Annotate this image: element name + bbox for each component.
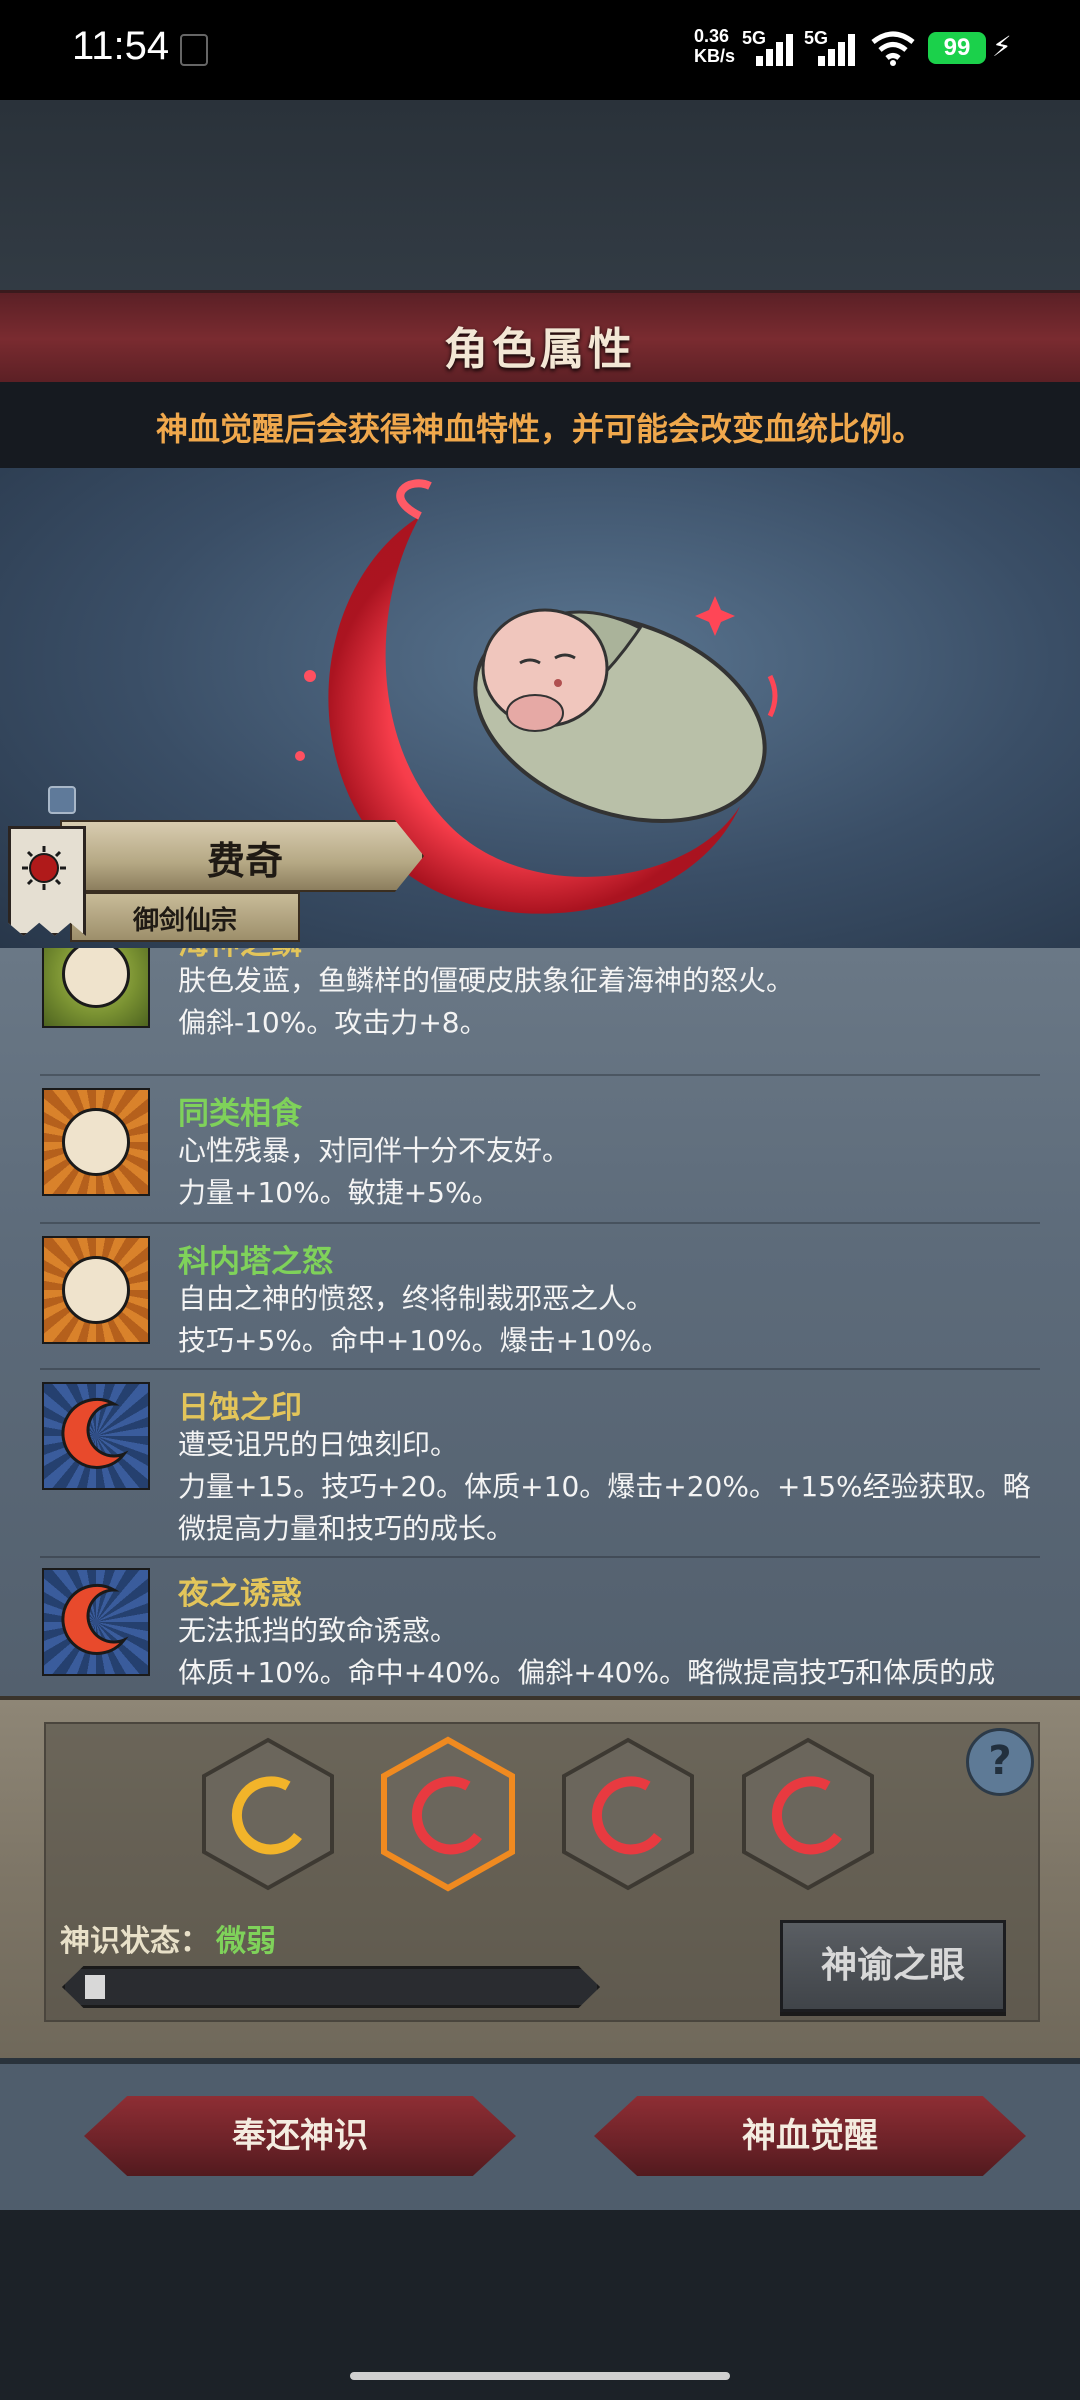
signal-bars-2-icon xyxy=(818,32,858,66)
trait-name: 同类相食 xyxy=(178,1096,302,1132)
divine-blood-awaken-button[interactable]: 神血觉醒 xyxy=(594,2096,1026,2176)
battery-indicator: 99 xyxy=(928,32,986,64)
trait-effect-text: 力量+10%。敏捷+5%。 xyxy=(178,1176,500,1209)
return-button-label: 奉还神识 xyxy=(232,2116,368,2156)
charging-icon: ⚡ xyxy=(992,30,1012,63)
trait-flavor-text: 遭受诅咒的日蚀刻印。 xyxy=(178,1428,459,1461)
sad-face-icon xyxy=(42,948,150,1028)
net-speed-value: 0.36 xyxy=(694,26,730,46)
help-button[interactable]: ? xyxy=(966,1728,1034,1796)
trait-flavor-text: 自由之神的愤怒，终将制裁邪恶之人。 xyxy=(178,1282,655,1315)
trait-effect-text: 偏斜-10%。攻击力+8。 xyxy=(178,1006,488,1039)
crescent-moon-icon xyxy=(42,1568,150,1676)
return-divine-sense-button[interactable]: 奉还神识 xyxy=(84,2096,516,2176)
divine-sense-progress-bar xyxy=(62,1966,600,2008)
trait-description: 遭受诅咒的日蚀刻印。 力量+15。技巧+20。体质+10。爆击+20%。+15%… xyxy=(178,1424,1048,1550)
trait-flavor-text: 心性残暴，对同伴十分不友好。 xyxy=(178,1134,571,1167)
trait-name: 科内塔之怒 xyxy=(178,1244,333,1280)
progress-fill xyxy=(85,1975,105,1999)
divider xyxy=(40,1368,1040,1370)
divine-sense-status-value: 微弱 xyxy=(216,1924,276,1959)
net-speed-unit: KB/s xyxy=(694,46,736,66)
top-background xyxy=(0,100,1080,290)
oracle-eye-button[interactable]: 神谕之眼 xyxy=(780,1920,1006,2012)
happy-face-icon xyxy=(42,1236,150,1344)
notification-icon xyxy=(180,34,208,66)
divider xyxy=(40,1222,1040,1224)
wifi-icon xyxy=(871,31,915,66)
character-sect: 御剑仙宗 xyxy=(132,906,237,936)
signal-bars-1-icon xyxy=(756,32,796,66)
divine-slot-red-1[interactable] xyxy=(558,1736,698,1892)
divine-slot-red-2[interactable] xyxy=(738,1736,878,1892)
home-crest-icon[interactable] xyxy=(48,786,76,814)
status-bar: 11:54 0.36 KB/s 5G 5G 99 ⚡ xyxy=(0,0,1080,100)
divine-sense-status-label: 神识状态： xyxy=(60,1924,210,1959)
trait-description: 无法抵挡的致命诱惑。 体质+10%。命中+40%。偏斜+40%。略微提高技巧和体… xyxy=(178,1610,1048,1696)
trait-list[interactable]: 海神之鳞 肤色发蓝，鱼鳞样的僵硬皮肤象征着海神的怒火。 偏斜-10%。攻击力+8… xyxy=(0,948,1080,1696)
home-indicator[interactable] xyxy=(350,2372,730,2380)
trait-description: 肤色发蓝，鱼鳞样的僵硬皮肤象征着海神的怒火。 偏斜-10%。攻击力+8。 xyxy=(178,960,1048,1044)
trait-effect-text: 力量+15。技巧+20。体质+10。爆击+20%。+15%经验获取。略微提高力量… xyxy=(178,1470,1031,1545)
divine-slot-selected[interactable] xyxy=(378,1736,518,1892)
trait-flavor-text: 肤色发蓝，鱼鳞样的僵硬皮肤象征着海神的怒火。 xyxy=(178,964,795,997)
trait-description: 自由之神的愤怒，终将制裁邪恶之人。 技巧+5%。命中+10%。爆击+10%。 xyxy=(178,1278,1048,1362)
happy-face-icon xyxy=(42,1088,150,1196)
crescent-moon-icon xyxy=(42,1382,150,1490)
trait-name: 日蚀之印 xyxy=(178,1390,302,1426)
trait-effect-text: 技巧+5%。命中+10%。爆击+10%。 xyxy=(178,1324,670,1357)
red-sun-emblem-icon xyxy=(22,846,66,890)
notice-text: 神血觉醒后会获得神血特性，并可能会改变血统比例。 xyxy=(155,410,924,448)
clock: 11:54 xyxy=(72,24,170,68)
trait-name: 夜之诱惑 xyxy=(178,1576,302,1612)
network-speed: 0.36 KB/s xyxy=(694,26,735,66)
trait-flavor-text: 无法抵挡的致命诱惑。 xyxy=(178,1614,459,1647)
swaddled-baby-portrait xyxy=(473,608,767,823)
trait-description: 心性残暴，对同伴十分不友好。 力量+10%。敏捷+5%。 xyxy=(178,1130,1048,1214)
divider xyxy=(40,1556,1040,1558)
page-title: 角色属性 xyxy=(444,324,636,375)
header-bar: 角色属性 xyxy=(0,290,1080,385)
trait-effect-text: 体质+10%。命中+40%。偏斜+40%。略微提高技巧和体质的成长。 xyxy=(178,1656,996,1689)
divider xyxy=(40,1074,1040,1076)
notice-bar: 神血觉醒后会获得神血特性，并可能会改变血统比例。 xyxy=(0,382,1080,468)
character-name: 费奇 xyxy=(206,839,283,883)
divine-slot-gold[interactable] xyxy=(198,1736,338,1892)
awaken-button-label: 神血觉醒 xyxy=(742,2116,878,2156)
